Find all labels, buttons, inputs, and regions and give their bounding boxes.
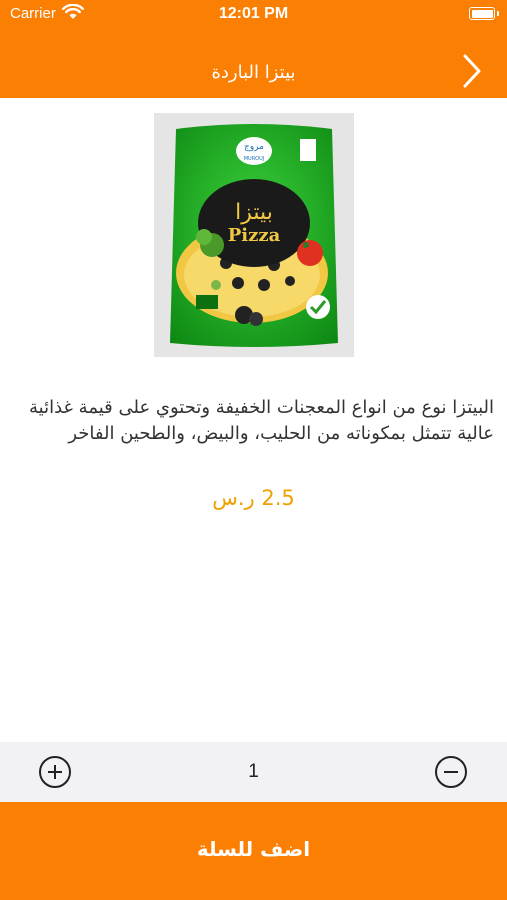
product-image: مروج MUROUJ بيتزا Pizza: [154, 113, 354, 357]
minus-circle-icon[interactable]: [435, 756, 467, 788]
package-brand-ar: مروج: [244, 142, 264, 152]
status-time: 12:01 PM: [218, 5, 289, 22]
chevron-right-icon[interactable]: [455, 52, 487, 90]
navigation-bar: Carrier 12:01 PM بيتزا الباردة: [0, 0, 507, 98]
quantity-stepper: 1: [0, 742, 507, 802]
battery-icon: [469, 7, 499, 20]
package-title-ar: بيتزا: [235, 200, 273, 225]
add-to-cart-button[interactable]: اضف للسلة: [0, 802, 507, 900]
status-bar: Carrier 12:01 PM: [0, 0, 507, 28]
product-price: 2.5 ر.س: [212, 486, 295, 510]
quantity-value: 1: [248, 761, 259, 782]
package-title-en: Pizza: [228, 225, 281, 246]
page-title: بيتزا الباردة: [211, 62, 296, 83]
package-brand-en: MUROUJ: [244, 156, 265, 162]
add-to-cart-label: اضف للسلة: [196, 837, 311, 861]
pizza-package-icon: مروج MUROUJ بيتزا Pizza: [154, 113, 354, 357]
product-description: البيتزا نوع من انواع المعجنات الخفيفة وت…: [29, 397, 494, 444]
